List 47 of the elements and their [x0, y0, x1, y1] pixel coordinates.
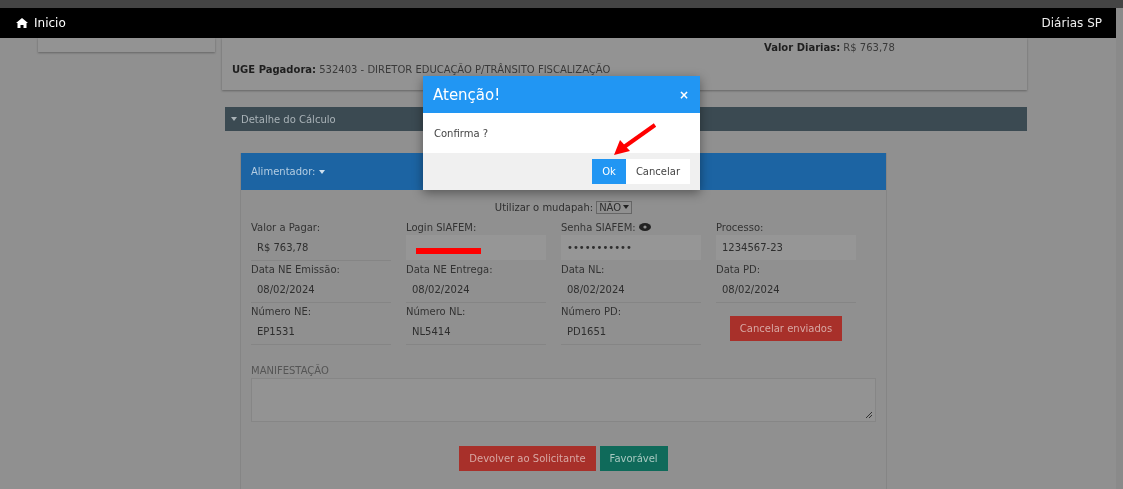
field-label: Processo: — [716, 221, 764, 233]
input-field[interactable]: 1234567-23 — [716, 235, 856, 260]
caret-icon — [623, 205, 630, 209]
home-icon — [16, 18, 28, 28]
cancel-button[interactable]: Cancelar — [625, 159, 690, 184]
eye-icon[interactable] — [638, 223, 651, 231]
home-link[interactable]: Inicio — [16, 16, 66, 30]
field-label: Número PD: — [561, 305, 621, 317]
input-field[interactable]: EP1531 — [251, 319, 391, 345]
field-label: Número NL: — [406, 305, 466, 317]
valor-diarias-text: Valor Diarias: R$ 763,78 — [764, 42, 895, 53]
field-label: Senha SIAFEM: — [561, 221, 636, 233]
field-label: Login SIAFEM: — [406, 221, 477, 233]
input-field[interactable] — [406, 235, 546, 260]
section-title: Detalhe do Cálculo — [241, 113, 336, 125]
input-field[interactable]: PD1651 — [561, 319, 701, 345]
field-label: Valor a Pagar: — [251, 221, 321, 233]
redaction-bar — [416, 247, 481, 254]
dialog-title: Atenção! — [433, 85, 501, 104]
ok-button[interactable]: Ok — [592, 159, 626, 184]
input-field[interactable]: 08/02/2024 — [716, 277, 856, 303]
input-field[interactable]: 08/02/2024 — [561, 277, 701, 303]
caret-icon — [319, 169, 326, 174]
field-label: MANIFESTAÇÃO — [251, 365, 330, 376]
scrollbar[interactable] — [1116, 8, 1123, 489]
field-label: Data NL: — [561, 263, 605, 275]
return-button[interactable]: Devolver ao Solicitante — [459, 446, 596, 471]
input-field[interactable]: ••••••••••• — [561, 235, 701, 260]
input-field[interactable]: R$ 763,78 — [251, 235, 391, 261]
approve-button[interactable]: Favorável — [599, 446, 668, 471]
field-label: Data PD: — [716, 263, 761, 275]
field-label: Data NE Emissão: — [251, 263, 340, 275]
brand-link[interactable]: Diárias SP — [1041, 16, 1102, 30]
mudapah-select[interactable]: NÃO — [596, 200, 633, 214]
uge-pagadora-text: UGE Pagadora: 532403 - DIRETOR EDUCAÇÃO P/TRÂNSITO FISCALIZAÇÃO — [232, 64, 611, 75]
resize-grip-icon — [866, 412, 872, 418]
close-button[interactable]: × — [676, 87, 691, 102]
field-label: Data NE Entrega: — [406, 263, 493, 275]
cancel-sent-button[interactable]: Cancelar enviados — [729, 316, 843, 341]
field-label: Número NE: — [251, 305, 312, 317]
caret-icon — [231, 117, 237, 121]
panel-title[interactable]: Alimentador: — [251, 166, 316, 177]
input-field[interactable]: 08/02/2024 — [406, 277, 546, 303]
input-field[interactable]: NL5414 — [406, 319, 546, 345]
mudapah-label: Utilizar o mudapah: — [494, 201, 594, 213]
input-field[interactable]: 08/02/2024 — [251, 277, 391, 303]
dialog-message: Confirma ? — [434, 127, 489, 139]
